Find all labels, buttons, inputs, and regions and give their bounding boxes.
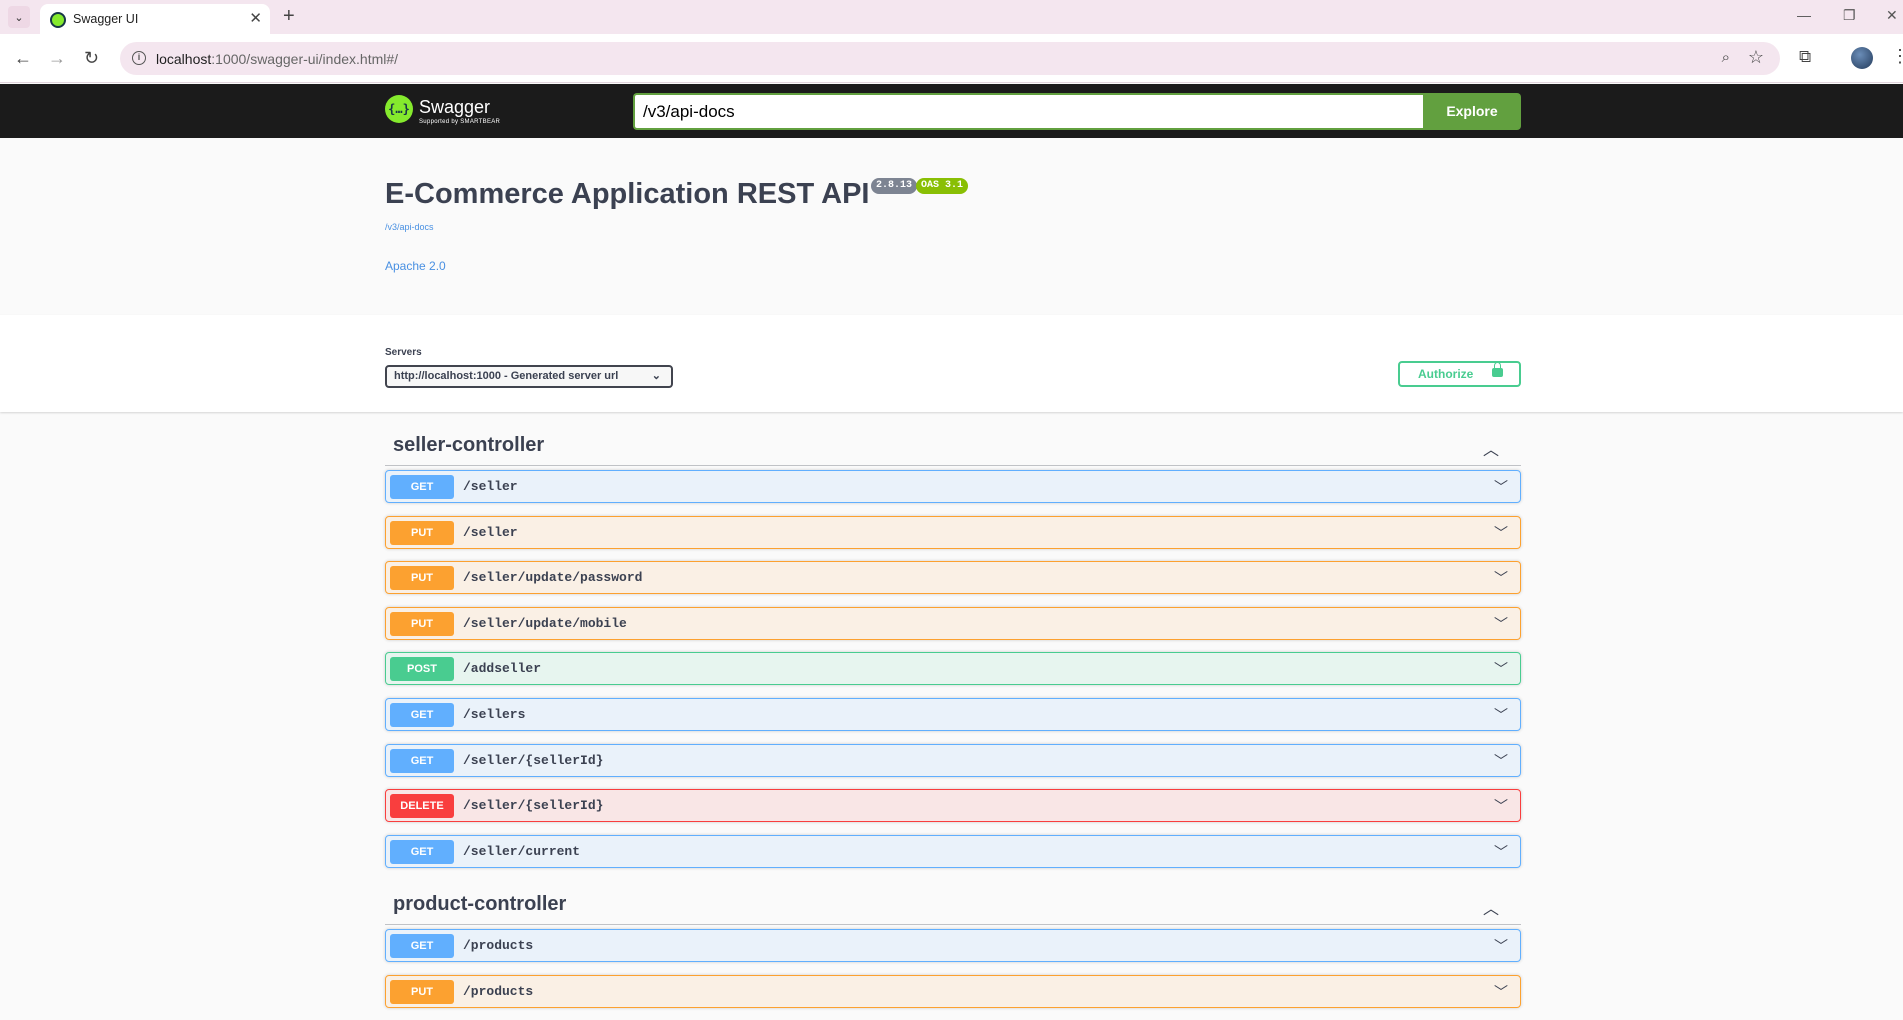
operation-path: /seller (463, 479, 518, 494)
api-info: E-Commerce Application REST API 2.8.13 O… (0, 138, 1903, 315)
method-badge: PUT (390, 566, 454, 591)
tag-name: product-controller (393, 893, 567, 916)
explore-button[interactable]: Explore (1423, 93, 1521, 130)
back-icon[interactable]: ← (14, 48, 32, 68)
operation-row[interactable]: GET /seller/{sellerId} ﹀ (385, 743, 1521, 777)
method-badge: GET (390, 702, 454, 727)
minimize-icon[interactable]: — (1797, 7, 1811, 23)
operation-row[interactable]: PUT /seller ﹀ (385, 515, 1521, 549)
browser-toolbar: ← → ↻ i localhost:1000/swagger-ui/index.… (0, 34, 1903, 83)
more-menu-icon[interactable]: ⋮ (1891, 46, 1903, 67)
browser-tab-bar: ⌄ Swagger UI ✕ + — ❐ ✕ (0, 0, 1903, 34)
swagger-logo-icon: {…} (385, 95, 413, 123)
reload-icon[interactable]: ↻ (84, 48, 99, 68)
window-close-icon[interactable]: ✕ (1886, 7, 1898, 24)
operation-path: /seller/{sellerId} (463, 798, 604, 814)
chevron-up-icon[interactable]: ︿ (1483, 436, 1499, 460)
chevron-up-icon[interactable]: ︿ (1483, 895, 1499, 919)
logo-subtext: Supported by SMARTBEAR (419, 119, 501, 125)
chevron-down-icon[interactable]: ﹀ (1494, 982, 1508, 1002)
selected-server: http://localhost:1000 - Generated server… (394, 370, 619, 382)
bookmark-star-icon[interactable]: ☆ (1748, 47, 1764, 68)
chevron-down-icon[interactable]: ﹀ (1494, 523, 1508, 543)
operation-path: /sellers (463, 706, 526, 722)
chevron-down-icon[interactable]: ﹀ (1494, 936, 1508, 956)
extensions-icon[interactable]: ⧉ (1799, 47, 1811, 67)
chevron-down-icon[interactable]: ﹀ (1494, 659, 1508, 679)
oas-badge: OAS 3.1 (916, 178, 969, 194)
swagger-topbar: {…} Swagger Supported by SMARTBEAR /v3/a… (0, 84, 1903, 138)
method-badge: GET (390, 839, 454, 864)
version-badge: 2.8.13 (871, 178, 918, 194)
tag-section-product-controller: product-controller ︿ GET /products ﹀ PUT… (385, 871, 1521, 1008)
operation-row[interactable]: GET /seller/current ﹀ (385, 834, 1521, 868)
tag-header[interactable]: seller-controller ︿ (385, 412, 1521, 466)
scheme-container: Servers http://localhost:1000 - Generate… (0, 315, 1903, 412)
restore-icon[interactable]: ❐ (1843, 7, 1856, 24)
method-badge: PUT (390, 520, 454, 545)
new-tab-icon[interactable]: + (283, 5, 295, 28)
operation-path: /seller/update/mobile (463, 615, 627, 631)
browser-tab[interactable]: Swagger UI ✕ (40, 4, 270, 34)
spec-link[interactable]: /v3/api-docs (385, 222, 434, 232)
license-link[interactable]: Apache 2.0 (385, 259, 446, 273)
servers-select[interactable]: http://localhost:1000 - Generated server… (385, 365, 673, 388)
chevron-down-icon[interactable]: ﹀ (1494, 842, 1508, 862)
chevron-down-icon[interactable]: ﹀ (1494, 614, 1508, 634)
method-badge: PUT (390, 611, 454, 636)
operation-path: /seller/current (463, 843, 581, 859)
operation-row[interactable]: GET /products ﹀ (385, 929, 1521, 963)
forward-icon[interactable]: → (48, 48, 66, 68)
profile-avatar[interactable] (1851, 47, 1873, 69)
servers-label: Servers (385, 347, 422, 358)
url-text[interactable]: localhost:1000/swagger-ui/index.html#/ (156, 51, 398, 67)
operation-row[interactable]: GET /sellers ﹀ (385, 697, 1521, 731)
operations-wrapper: seller-controller ︿ GET /seller ﹀ PUT /s… (385, 412, 1521, 1020)
lock-icon (1492, 362, 1503, 377)
operation-path: /products (463, 983, 534, 999)
operation-path: /seller/{sellerId} (463, 752, 604, 768)
logo-text: Swagger (419, 97, 491, 117)
method-badge: POST (390, 657, 454, 682)
operation-row[interactable]: POST /addseller ﹀ (385, 652, 1521, 686)
chevron-down-icon[interactable]: ﹀ (1494, 705, 1508, 725)
tag-header[interactable]: product-controller ︿ (385, 871, 1521, 926)
method-badge: GET (390, 934, 454, 959)
close-icon[interactable]: ✕ (249, 11, 262, 27)
zoom-icon[interactable]: ⌕ (1722, 49, 1730, 66)
method-badge: PUT (390, 979, 454, 1004)
authorize-label: Authorize (1418, 367, 1474, 381)
operation-row[interactable]: DELETE /seller/{sellerId} ﹀ (385, 789, 1521, 823)
operation-row[interactable]: PUT /seller/update/password ﹀ (385, 561, 1521, 595)
chevron-down-icon[interactable]: ﹀ (1494, 796, 1508, 816)
authorize-button[interactable]: Authorize (1398, 361, 1521, 387)
chevron-down-icon: ⌄ (651, 370, 661, 382)
method-badge: GET (390, 475, 454, 499)
tab-title: Swagger UI (73, 12, 139, 26)
operation-path: /seller/update/password (463, 570, 643, 586)
address-bar[interactable]: i localhost:1000/swagger-ui/index.html#/… (120, 42, 1780, 75)
operation-path: /addseller (463, 661, 542, 677)
method-badge: GET (390, 748, 454, 773)
chevron-down-icon: ⌄ (14, 11, 24, 24)
chevron-down-icon[interactable]: ﹀ (1494, 568, 1508, 588)
chevron-down-icon[interactable]: ﹀ (1494, 751, 1508, 771)
operation-path: /products (463, 938, 534, 954)
chevron-down-icon[interactable]: ﹀ (1494, 477, 1508, 497)
tag-name: seller-controller (393, 434, 545, 456)
api-title: E-Commerce Application REST API (385, 178, 870, 210)
tab-search-button[interactable]: ⌄ (8, 6, 30, 28)
operation-row[interactable]: PUT /products ﹀ (385, 974, 1521, 1008)
swagger-favicon-icon (50, 12, 66, 28)
operation-path: /seller (463, 524, 518, 540)
operation-row[interactable]: PUT /seller/update/mobile ﹀ (385, 606, 1521, 640)
operation-row[interactable]: GET /seller ﹀ (385, 470, 1521, 503)
method-badge: DELETE (390, 794, 454, 819)
spec-url-input[interactable]: /v3/api-docs (633, 93, 1423, 130)
site-info-icon[interactable]: i (132, 51, 146, 65)
tag-section-seller-controller: seller-controller ︿ GET /seller ﹀ PUT /s… (385, 412, 1521, 868)
